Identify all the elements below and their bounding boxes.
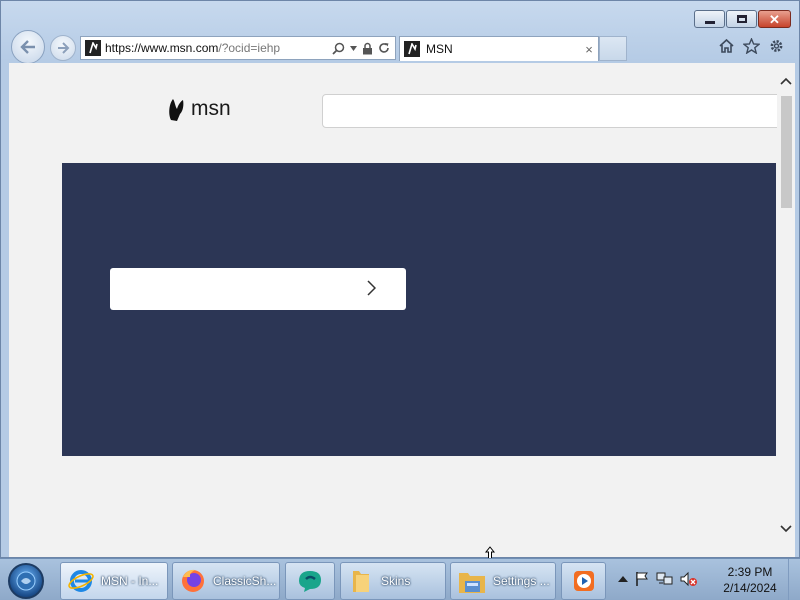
back-button[interactable] <box>11 30 45 64</box>
msn-butterfly-icon <box>169 99 184 121</box>
tab-msn[interactable]: MSN × <box>399 36 599 61</box>
chevron-right-icon <box>367 280 376 296</box>
taskbar-item-skins[interactable]: Skins <box>340 562 446 600</box>
start-button[interactable] <box>8 563 44 599</box>
url-domain: https://www.msn.com <box>105 41 219 55</box>
new-tab-button[interactable] <box>599 36 627 61</box>
lock-icon[interactable] <box>362 42 373 55</box>
search-icon[interactable] <box>332 42 345 55</box>
taskbar-item-msn[interactable]: MSN - In... <box>60 562 168 600</box>
msn-logo-text: msn <box>191 97 231 120</box>
msn-logo[interactable]: msn <box>167 96 231 122</box>
tab-title: MSN <box>426 42 453 56</box>
clock-time: 2:39 PM <box>727 565 773 579</box>
search-input[interactable] <box>322 94 782 128</box>
scroll-down-icon[interactable] <box>780 525 792 533</box>
start-orb-icon <box>16 571 36 591</box>
action-center-flag-icon[interactable] <box>634 571 650 587</box>
show-desktop-button[interactable] <box>788 559 800 600</box>
maximize-icon <box>736 15 747 23</box>
taskbar-item-classicshell[interactable]: ClassicSh... <box>172 562 280 600</box>
taskbar-item-label: Skins <box>381 574 411 588</box>
page-viewport: msn <box>9 63 795 557</box>
refresh-icon[interactable] <box>378 42 390 54</box>
tab-close-icon[interactable]: × <box>580 42 598 57</box>
clock-date: 2/14/2024 <box>723 581 777 595</box>
settings-folder-icon <box>459 573 485 593</box>
minimize-icon <box>704 20 715 24</box>
clock[interactable]: 2:39 PM 2/14/2024 <box>716 564 784 596</box>
system-tray <box>618 571 698 587</box>
hero-card-button[interactable] <box>110 268 406 310</box>
url-path: /?ocid=iehp <box>218 41 281 55</box>
scroll-up-icon[interactable] <box>780 77 792 85</box>
address-url[interactable]: https://www.msn.com/?ocid=iehp <box>105 41 332 55</box>
bing-chat-icon <box>299 571 321 592</box>
taskbar: MSN - In... ClassicSh... Skins Settings … <box>0 558 800 600</box>
taskbar-item-media-player[interactable] <box>561 562 606 600</box>
dropdown-arrow-icon[interactable] <box>350 45 357 51</box>
favorites-star-icon[interactable] <box>743 38 760 54</box>
firefox-icon <box>182 569 204 592</box>
taskbar-item-label: MSN - In... <box>101 574 159 588</box>
back-arrow-icon <box>20 40 35 54</box>
maximize-button[interactable] <box>726 10 757 28</box>
internet-explorer-icon <box>68 570 94 592</box>
taskbar-item-settings[interactable]: Settings ... <box>450 562 556 600</box>
minimize-button[interactable] <box>694 10 725 28</box>
scroll-thumb[interactable] <box>781 96 792 208</box>
media-player-icon <box>573 571 594 591</box>
gear-icon[interactable] <box>768 38 785 54</box>
folder-icon <box>353 571 369 592</box>
network-icon[interactable] <box>656 571 674 587</box>
home-icon[interactable] <box>718 38 735 54</box>
browser-window: ✕ https://www.msn.com/?ocid=iehp MSN × m… <box>0 0 800 558</box>
msn-favicon-icon <box>85 40 101 56</box>
caption-buttons: ✕ <box>694 10 791 28</box>
taskbar-item-label: ClassicSh... <box>213 574 277 588</box>
address-bar[interactable]: https://www.msn.com/?ocid=iehp <box>80 36 396 60</box>
vertical-scrollbar[interactable] <box>777 63 795 557</box>
taskbar-item-label: Settings ... <box>493 574 550 588</box>
close-button[interactable]: ✕ <box>758 10 791 28</box>
taskbar-item-bing[interactable] <box>285 562 335 600</box>
volume-muted-icon[interactable] <box>680 571 698 587</box>
close-icon: ✕ <box>769 11 780 27</box>
forward-arrow-icon <box>58 42 70 54</box>
forward-button[interactable] <box>50 35 76 61</box>
hero-banner <box>62 163 776 456</box>
tab-msn-favicon-icon <box>404 41 420 57</box>
tray-expand-icon[interactable] <box>618 575 628 583</box>
